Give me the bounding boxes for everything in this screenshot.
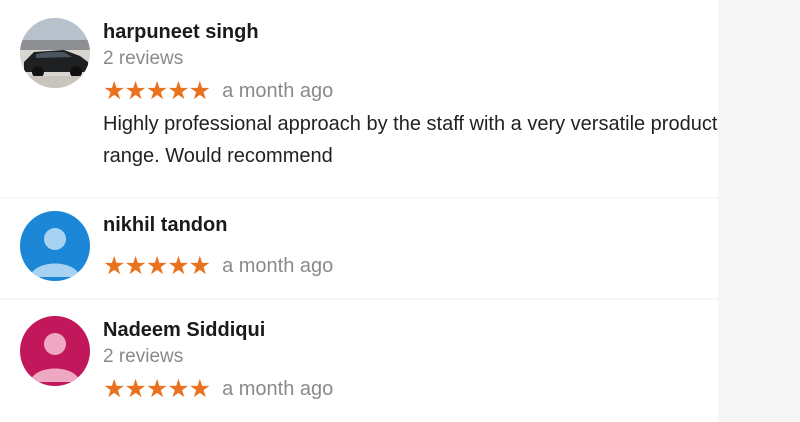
reviewer-avatar[interactable]	[20, 18, 90, 88]
reviewer-avatar[interactable]	[20, 211, 90, 281]
default-person-avatar-icon	[20, 211, 90, 281]
rating-row: ★★★★★ a month ago	[103, 249, 708, 283]
reviewer-name[interactable]: harpuneet singh	[103, 18, 708, 46]
review-text: Highly professional approach by the staf…	[103, 113, 718, 167]
review-time: a month ago	[222, 80, 334, 102]
reviewer-review-count[interactable]: 2 reviews	[103, 344, 708, 370]
review-card: harpuneet singh 2 reviews ★★★★★ a month …	[0, 0, 718, 197]
rating-row: ★★★★★ a month ago	[103, 74, 708, 108]
reviewer-avatar[interactable]	[20, 316, 90, 386]
review-card: Nadeem Siddiqui 2 reviews ★★★★★ a month …	[0, 300, 718, 422]
rating-row: ★★★★★ a month ago	[103, 372, 708, 406]
reviewer-review-count[interactable]: 2 reviews	[103, 46, 708, 72]
review-time: a month ago	[222, 255, 334, 277]
star-rating-icon: ★★★★★	[103, 76, 211, 105]
reviewer-name[interactable]: nikhil tandon	[103, 211, 708, 239]
star-rating-icon: ★★★★★	[103, 374, 211, 403]
review-time: a month ago	[222, 378, 334, 400]
star-rating-icon: ★★★★★	[103, 251, 211, 280]
default-person-avatar-icon	[20, 316, 90, 386]
review-card: nikhil tandon ★★★★★ a month ago	[0, 199, 718, 298]
reviewer-name[interactable]: Nadeem Siddiqui	[103, 316, 708, 344]
car-photo-avatar-icon	[20, 18, 90, 88]
